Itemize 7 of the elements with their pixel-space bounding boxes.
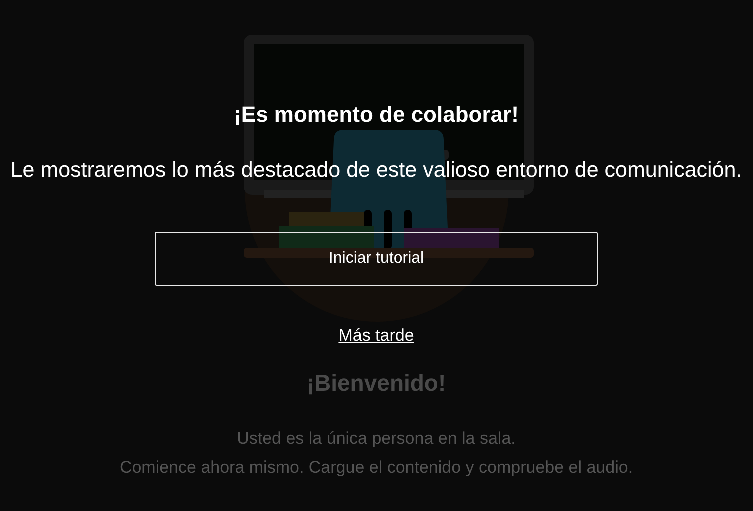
start-tutorial-button[interactable]: Iniciar tutorial [155, 232, 598, 286]
welcome-text: Comience ahora mismo. Cargue el contenido y compruebe el audio. [120, 457, 634, 479]
welcome-heading: ¡Bienvenido! [306, 370, 446, 397]
later-link[interactable]: Más tarde [338, 326, 414, 346]
welcome-text: Usted es la única persona en la sala. [237, 428, 516, 450]
dialog-title: ¡Es momento de colaborar! [234, 102, 519, 128]
dialog-message: Le mostraremos lo más destacado de este valioso entorno de comunicación. [10, 158, 742, 183]
